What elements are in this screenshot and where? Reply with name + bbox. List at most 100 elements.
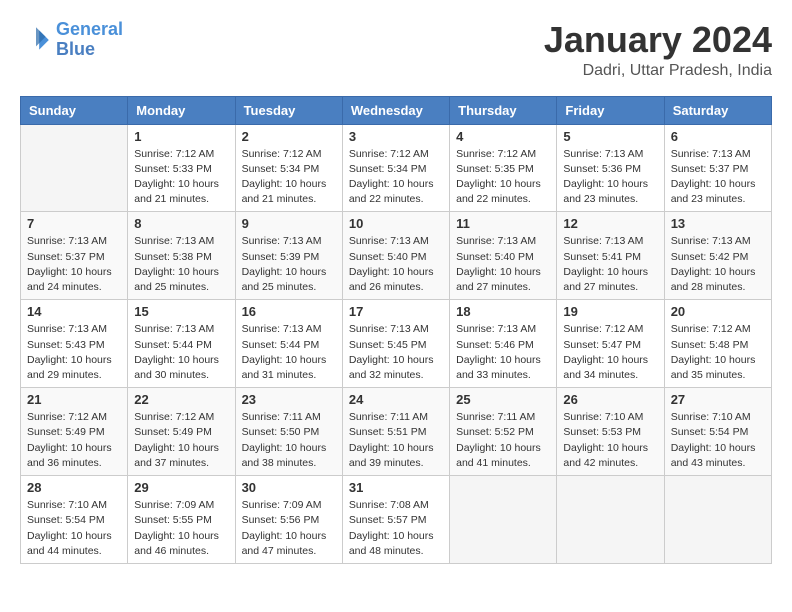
calendar-cell: 15 Sunrise: 7:13 AMSunset: 5:44 PMDayligh… xyxy=(128,300,235,388)
day-number: 4 xyxy=(456,129,550,144)
calendar-cell: 19Sunrise: 7:12 AMSunset: 5:47 PMDayligh… xyxy=(557,300,664,388)
month-title: January 2024 xyxy=(544,20,772,60)
weekday-header: Thursday xyxy=(450,96,557,124)
calendar-cell: 22 Sunrise: 7:12 AMSunset: 5:49 PMDayligh… xyxy=(128,388,235,476)
page-header: General Blue January 2024 Dadri, Uttar P… xyxy=(20,20,772,80)
weekday-header: Friday xyxy=(557,96,664,124)
day-number: 21 xyxy=(27,392,121,407)
calendar-table: SundayMondayTuesdayWednesdayThursdayFrid… xyxy=(20,96,772,564)
calendar-cell: 30Sunrise: 7:09 AMSunset: 5:56 PMDayligh… xyxy=(235,476,342,564)
calendar-cell: 24 Sunrise: 7:11 AMSunset: 5:51 PMDayligh… xyxy=(342,388,449,476)
calendar-cell: 10 Sunrise: 7:13 AMSunset: 5:40 PMDayligh… xyxy=(342,212,449,300)
day-number: 11 xyxy=(456,216,550,231)
day-number: 6 xyxy=(671,129,765,144)
day-number: 13 xyxy=(671,216,765,231)
weekday-header: Saturday xyxy=(664,96,771,124)
day-number: 25 xyxy=(456,392,550,407)
calendar-cell: 18 Sunrise: 7:13 AMSunset: 5:46 PMDayligh… xyxy=(450,300,557,388)
day-number: 23 xyxy=(242,392,336,407)
day-number: 10 xyxy=(349,216,443,231)
calendar-cell: 26Sunrise: 7:10 AMSunset: 5:53 PMDayligh… xyxy=(557,388,664,476)
calendar-cell: 14 Sunrise: 7:13 AMSunset: 5:43 PMDayligh… xyxy=(21,300,128,388)
day-info: Sunrise: 7:12 AMSunset: 5:49 PMDaylight:… xyxy=(27,410,121,471)
weekday-header: Tuesday xyxy=(235,96,342,124)
location-title: Dadri, Uttar Pradesh, India xyxy=(544,62,772,80)
day-info: Sunrise: 7:13 AMSunset: 5:46 PMDaylight:… xyxy=(456,322,550,383)
day-info: Sunrise: 7:12 AMSunset: 5:48 PMDaylight:… xyxy=(671,322,765,383)
calendar-cell: 11 Sunrise: 7:13 AMSunset: 5:40 PMDayligh… xyxy=(450,212,557,300)
calendar-cell xyxy=(450,476,557,564)
day-number: 8 xyxy=(134,216,228,231)
day-info: Sunrise: 7:13 AMSunset: 5:44 PMDaylight:… xyxy=(134,322,228,383)
day-info: Sunrise: 7:12 AMSunset: 5:49 PMDaylight:… xyxy=(134,410,228,471)
day-info: Sunrise: 7:13 AMSunset: 5:40 PMDaylight:… xyxy=(349,234,443,295)
calendar-cell: 9 Sunrise: 7:13 AMSunset: 5:39 PMDaylight… xyxy=(235,212,342,300)
calendar-cell: 8 Sunrise: 7:13 AMSunset: 5:38 PMDaylight… xyxy=(128,212,235,300)
day-number: 16 xyxy=(242,304,336,319)
day-info: Sunrise: 7:13 AMSunset: 5:40 PMDaylight:… xyxy=(456,234,550,295)
day-number: 30 xyxy=(242,480,336,495)
calendar-cell: 3 Sunrise: 7:12 AMSunset: 5:34 PMDaylight… xyxy=(342,124,449,212)
calendar-cell xyxy=(664,476,771,564)
logo-blue: Blue xyxy=(56,39,95,59)
calendar-cell: 16 Sunrise: 7:13 AMSunset: 5:44 PMDayligh… xyxy=(235,300,342,388)
calendar-cell: 29 Sunrise: 7:09 AMSunset: 5:55 PMDayligh… xyxy=(128,476,235,564)
day-info: Sunrise: 7:11 AMSunset: 5:51 PMDaylight:… xyxy=(349,410,443,471)
day-info: Sunrise: 7:13 AMSunset: 5:37 PMDaylight:… xyxy=(27,234,121,295)
calendar-cell: 28 Sunrise: 7:10 AMSunset: 5:54 PMDayligh… xyxy=(21,476,128,564)
day-info: Sunrise: 7:10 AMSunset: 5:54 PMDaylight:… xyxy=(27,498,121,559)
day-number: 20 xyxy=(671,304,765,319)
day-info: Sunrise: 7:10 AMSunset: 5:54 PMDaylight:… xyxy=(671,410,765,471)
day-number: 12 xyxy=(563,216,657,231)
day-number: 2 xyxy=(242,129,336,144)
calendar-cell: 7Sunrise: 7:13 AMSunset: 5:37 PMDaylight… xyxy=(21,212,128,300)
day-number: 18 xyxy=(456,304,550,319)
day-info: Sunrise: 7:13 AMSunset: 5:36 PMDaylight:… xyxy=(563,147,657,208)
day-number: 29 xyxy=(134,480,228,495)
day-number: 28 xyxy=(27,480,121,495)
calendar-week-row: 14 Sunrise: 7:13 AMSunset: 5:43 PMDayligh… xyxy=(21,300,772,388)
logo-text: General Blue xyxy=(56,20,123,60)
day-info: Sunrise: 7:12 AMSunset: 5:34 PMDaylight:… xyxy=(349,147,443,208)
day-info: Sunrise: 7:12 AMSunset: 5:35 PMDaylight:… xyxy=(456,147,550,208)
calendar-cell: 2 Sunrise: 7:12 AMSunset: 5:34 PMDaylight… xyxy=(235,124,342,212)
calendar-week-row: 7Sunrise: 7:13 AMSunset: 5:37 PMDaylight… xyxy=(21,212,772,300)
calendar-cell: 4 Sunrise: 7:12 AMSunset: 5:35 PMDaylight… xyxy=(450,124,557,212)
calendar-cell xyxy=(557,476,664,564)
day-info: Sunrise: 7:13 AMSunset: 5:42 PMDaylight:… xyxy=(671,234,765,295)
logo-icon xyxy=(20,24,52,56)
calendar-week-row: 28 Sunrise: 7:10 AMSunset: 5:54 PMDayligh… xyxy=(21,476,772,564)
day-info: Sunrise: 7:12 AMSunset: 5:33 PMDaylight:… xyxy=(134,147,228,208)
calendar-cell: 27Sunrise: 7:10 AMSunset: 5:54 PMDayligh… xyxy=(664,388,771,476)
day-info: Sunrise: 7:13 AMSunset: 5:45 PMDaylight:… xyxy=(349,322,443,383)
day-number: 15 xyxy=(134,304,228,319)
day-number: 5 xyxy=(563,129,657,144)
day-number: 1 xyxy=(134,129,228,144)
calendar-cell: 5 Sunrise: 7:13 AMSunset: 5:36 PMDaylight… xyxy=(557,124,664,212)
calendar-cell: 1 Sunrise: 7:12 AMSunset: 5:33 PMDaylight… xyxy=(128,124,235,212)
calendar-cell: 23 Sunrise: 7:11 AMSunset: 5:50 PMDayligh… xyxy=(235,388,342,476)
day-info: Sunrise: 7:12 AMSunset: 5:34 PMDaylight:… xyxy=(242,147,336,208)
calendar-cell: 21 Sunrise: 7:12 AMSunset: 5:49 PMDayligh… xyxy=(21,388,128,476)
day-number: 9 xyxy=(242,216,336,231)
day-info: Sunrise: 7:11 AMSunset: 5:50 PMDaylight:… xyxy=(242,410,336,471)
calendar-cell: 12Sunrise: 7:13 AMSunset: 5:41 PMDayligh… xyxy=(557,212,664,300)
day-number: 31 xyxy=(349,480,443,495)
day-number: 3 xyxy=(349,129,443,144)
weekday-header: Sunday xyxy=(21,96,128,124)
logo: General Blue xyxy=(20,20,123,60)
weekday-header: Monday xyxy=(128,96,235,124)
day-info: Sunrise: 7:13 AMSunset: 5:39 PMDaylight:… xyxy=(242,234,336,295)
day-info: Sunrise: 7:09 AMSunset: 5:55 PMDaylight:… xyxy=(134,498,228,559)
day-info: Sunrise: 7:13 AMSunset: 5:43 PMDaylight:… xyxy=(27,322,121,383)
day-number: 22 xyxy=(134,392,228,407)
calendar-header-row: SundayMondayTuesdayWednesdayThursdayFrid… xyxy=(21,96,772,124)
calendar-cell: 31Sunrise: 7:08 AMSunset: 5:57 PMDayligh… xyxy=(342,476,449,564)
day-info: Sunrise: 7:13 AMSunset: 5:44 PMDaylight:… xyxy=(242,322,336,383)
calendar-cell: 17Sunrise: 7:13 AMSunset: 5:45 PMDayligh… xyxy=(342,300,449,388)
day-info: Sunrise: 7:10 AMSunset: 5:53 PMDaylight:… xyxy=(563,410,657,471)
day-number: 24 xyxy=(349,392,443,407)
calendar-cell: 20 Sunrise: 7:12 AMSunset: 5:48 PMDayligh… xyxy=(664,300,771,388)
day-number: 14 xyxy=(27,304,121,319)
day-info: Sunrise: 7:13 AMSunset: 5:38 PMDaylight:… xyxy=(134,234,228,295)
